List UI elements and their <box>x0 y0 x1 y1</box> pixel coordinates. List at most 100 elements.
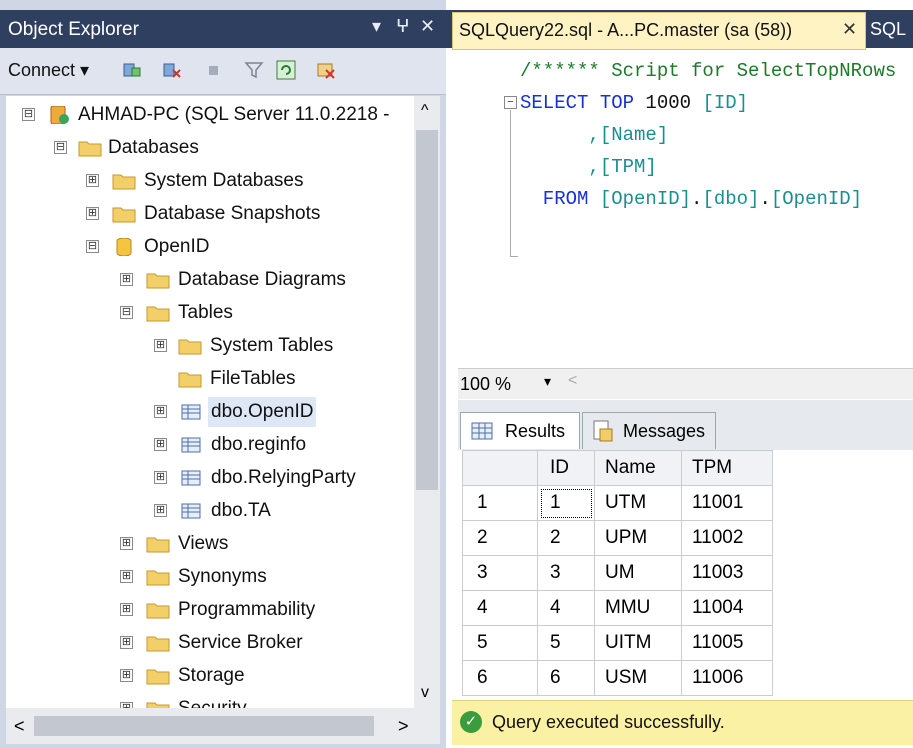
query-tab-title: SQLQuery22.sql - A...PC.master (sa (58)) <box>459 20 793 40</box>
collapse-icon[interactable]: ⊟ <box>86 240 99 253</box>
results-table: ID Name TPM 1 1 UTM 11001 2 2 UPM 11002 … <box>462 450 773 696</box>
row-number[interactable]: 1 <box>462 485 538 521</box>
column-header-id[interactable]: ID <box>537 450 595 486</box>
cell-id[interactable]: 1 <box>537 485 595 521</box>
expand-icon[interactable]: ⊞ <box>120 273 133 286</box>
table-row[interactable]: 5 5 UITM 11005 <box>462 625 773 661</box>
column-header-tpm[interactable]: TPM <box>681 450 773 486</box>
cell-name[interactable]: MMU <box>594 590 682 626</box>
collapse-icon[interactable]: ⊟ <box>120 306 133 319</box>
expand-icon[interactable]: ⊞ <box>120 636 133 649</box>
cell-id[interactable]: 6 <box>537 660 595 696</box>
table-row[interactable]: 1 1 UTM 11001 <box>462 485 773 521</box>
expand-icon[interactable]: ⊞ <box>154 438 167 451</box>
database-icon <box>116 238 132 256</box>
connect-server-icon[interactable] <box>122 60 142 80</box>
row-number[interactable]: 3 <box>462 555 538 591</box>
tree-node-label: System Tables <box>210 335 334 356</box>
refresh-icon[interactable] <box>276 60 296 80</box>
server-icon <box>50 106 69 124</box>
row-number[interactable]: 4 <box>462 590 538 626</box>
tab-results[interactable]: Results <box>460 412 580 449</box>
cell-id[interactable]: 3 <box>537 555 595 591</box>
expand-icon[interactable]: ⊞ <box>120 603 133 616</box>
disconnect-icon[interactable] <box>162 60 182 80</box>
expand-icon[interactable]: ⊞ <box>154 504 167 517</box>
query-tab-inactive[interactable]: SQL <box>870 19 906 40</box>
cell-tpm[interactable]: 11002 <box>681 520 773 556</box>
cell-id[interactable]: 5 <box>537 625 595 661</box>
folder-icon <box>146 603 170 619</box>
table-row[interactable]: 4 4 MMU 11004 <box>462 590 773 626</box>
table-row[interactable]: 6 6 USM 11006 <box>462 660 773 696</box>
tree-vertical-scroll-thumb[interactable] <box>416 130 438 490</box>
row-number[interactable]: 6 <box>462 660 538 696</box>
stop-icon[interactable] <box>204 60 224 80</box>
cell-name[interactable]: UPM <box>594 520 682 556</box>
expand-icon[interactable]: ⊞ <box>154 471 167 484</box>
activity-monitor-icon[interactable] <box>316 60 336 80</box>
zoom-dropdown-icon[interactable]: ▾ <box>544 373 551 390</box>
close-tab-icon[interactable]: ✕ <box>842 19 857 40</box>
cell-id[interactable]: 4 <box>537 590 595 626</box>
scroll-left-icon[interactable]: < <box>568 372 577 390</box>
expand-icon[interactable]: ⊞ <box>154 339 167 352</box>
cell-tpm[interactable]: 11001 <box>681 485 773 521</box>
expand-icon[interactable]: ⊞ <box>86 207 99 220</box>
zoom-level[interactable]: 100 % <box>460 374 511 395</box>
results-header-row: ID Name TPM <box>462 450 773 486</box>
scroll-down-icon[interactable]: v <box>421 684 429 702</box>
cell-tpm[interactable]: 11005 <box>681 625 773 661</box>
scroll-right-icon[interactable]: > <box>398 716 409 737</box>
cell-tpm[interactable]: 11003 <box>681 555 773 591</box>
cell-tpm[interactable]: 11006 <box>681 660 773 696</box>
results-grid: ID Name TPM 1 1 UTM 11001 2 2 UPM 11002 … <box>458 450 913 696</box>
row-number[interactable]: 2 <box>462 520 538 556</box>
collapse-icon[interactable]: ⊟ <box>54 141 67 154</box>
tree-node-server[interactable]: ⊟ AHMAD-PC (SQL Server 11.0.2218 - <box>6 100 414 130</box>
tree-node-label: dbo.TA <box>211 500 271 521</box>
table-row[interactable]: 2 2 UPM 11002 <box>462 520 773 556</box>
pin-icon[interactable]: ⵖ <box>396 16 410 37</box>
code-token: [OpenID] <box>599 188 692 210</box>
expand-icon[interactable]: ⊞ <box>120 570 133 583</box>
row-number[interactable]: 5 <box>462 625 538 661</box>
cell-name[interactable]: USM <box>594 660 682 696</box>
close-icon[interactable]: ✕ <box>420 16 435 37</box>
fold-toggle-icon[interactable]: − <box>504 96 517 109</box>
scroll-left-icon[interactable]: < <box>14 716 25 737</box>
tree-node-label: Database Snapshots <box>144 203 321 224</box>
expand-icon[interactable]: ⊞ <box>154 405 167 418</box>
tree-horizontal-scroll-thumb[interactable] <box>34 716 374 736</box>
code-token: SELECT TOP <box>520 92 646 114</box>
cell-tpm[interactable]: 11004 <box>681 590 773 626</box>
cell-name[interactable]: UTM <box>594 485 682 521</box>
code-line[interactable]: ,[Name] <box>520 124 668 146</box>
sql-editor[interactable]: − /****** Script for SelectTopNRows SELEC… <box>458 56 913 366</box>
table-icon <box>181 437 201 453</box>
folder-icon <box>178 372 202 388</box>
code-line[interactable]: SELECT TOP 1000 [ID] <box>520 92 748 114</box>
cell-name[interactable]: UITM <box>594 625 682 661</box>
column-header-name[interactable]: Name <box>594 450 682 486</box>
cell-name[interactable]: UM <box>594 555 682 591</box>
code-line[interactable]: /****** Script for SelectTopNRows <box>520 60 896 82</box>
expand-icon[interactable]: ⊞ <box>86 174 99 187</box>
success-check-icon: ✓ <box>460 711 482 733</box>
editor-gutter <box>458 56 476 366</box>
tab-messages[interactable]: Messages <box>582 412 716 449</box>
cell-id[interactable]: 2 <box>537 520 595 556</box>
collapse-icon[interactable]: ⊟ <box>22 108 35 121</box>
table-row[interactable]: 3 3 UM 11003 <box>462 555 773 591</box>
filter-icon[interactable] <box>244 60 264 80</box>
row-number-header[interactable] <box>462 450 538 486</box>
query-tab-active[interactable]: SQLQuery22.sql - A...PC.master (sa (58))… <box>452 12 866 50</box>
code-line[interactable]: FROM [OpenID].[dbo].[OpenID] <box>520 188 862 210</box>
code-line[interactable]: ,[TPM] <box>520 156 656 178</box>
folder-icon <box>146 636 170 652</box>
expand-icon[interactable]: ⊞ <box>120 537 133 550</box>
dropdown-icon[interactable]: ▾ <box>372 16 381 37</box>
expand-icon[interactable]: ⊞ <box>120 669 133 682</box>
scroll-up-icon[interactable]: ^ <box>421 102 429 120</box>
connect-button[interactable]: Connect ▾ <box>8 60 89 81</box>
